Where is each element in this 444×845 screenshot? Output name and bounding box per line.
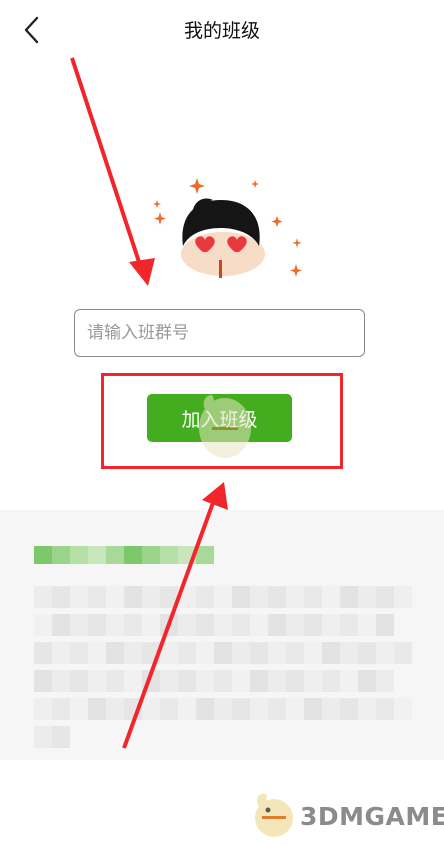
watermark-chick-icon	[255, 793, 293, 837]
class-number-field[interactable]	[74, 309, 365, 357]
arrow-down-icon	[70, 57, 155, 286]
class-number-input[interactable]	[75, 310, 364, 356]
watermark-text: 3DMGAME	[300, 802, 444, 831]
header-bar: 我的班级	[0, 0, 444, 56]
watermark-logo: 3DMGAME	[248, 786, 444, 841]
page-title: 我的班级	[183, 20, 260, 42]
join-class-button[interactable]: 加入班级	[147, 394, 292, 442]
heart-eyes-mascot-icon	[153, 178, 302, 278]
pixelated-content	[0, 510, 444, 760]
